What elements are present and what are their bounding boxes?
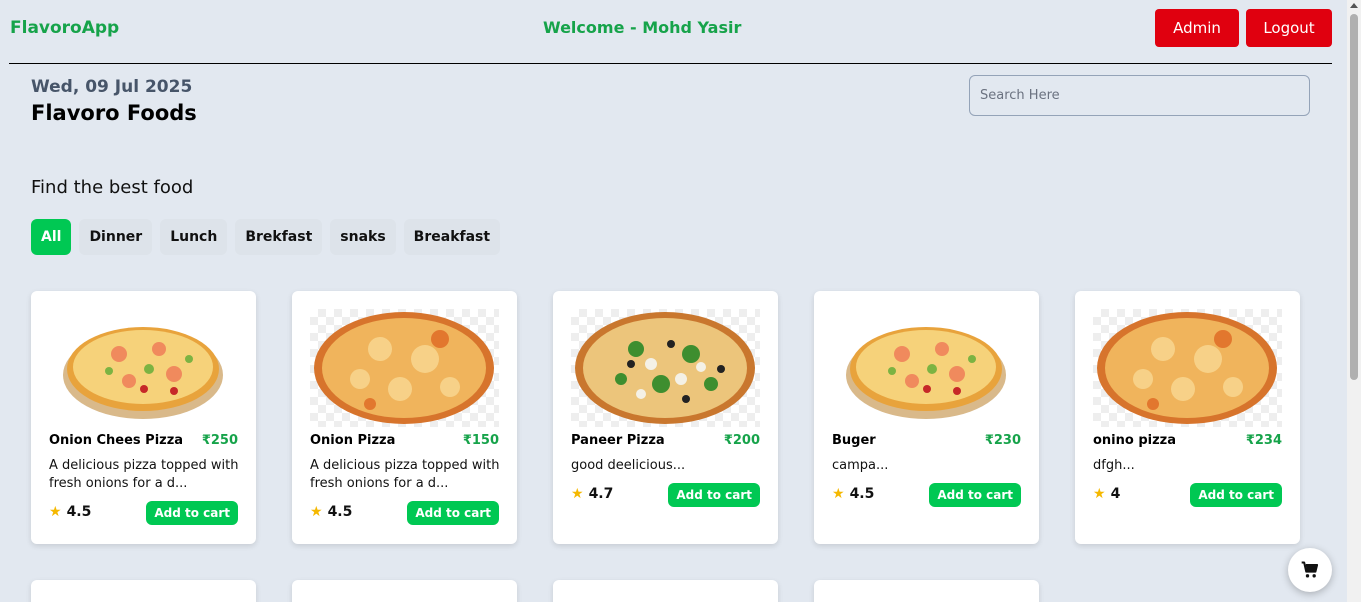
- food-name: Buger: [832, 433, 876, 448]
- food-rating: ★ 4.5: [49, 504, 91, 520]
- desc-line: A delicious pizza topped with: [310, 458, 500, 473]
- store-name: Flavoro Foods: [31, 101, 197, 125]
- rating-value: 4.5: [849, 486, 875, 502]
- food-rating: ★ 4.7: [571, 486, 613, 502]
- desc-line: fresh onions for a d...: [310, 476, 449, 491]
- section-title: Find the best food: [31, 177, 194, 198]
- food-card: Onion Pizza ₹150 A delicious pizza toppe…: [292, 291, 517, 544]
- scroll-thumb[interactable]: [1350, 14, 1358, 380]
- category-brekfast[interactable]: Brekfast: [235, 219, 323, 255]
- page-scrollbar[interactable]: [1347, 0, 1361, 602]
- food-rating: ★ 4.5: [310, 504, 352, 520]
- category-lunch[interactable]: Lunch: [160, 219, 228, 255]
- rating-value: 4.7: [588, 486, 614, 502]
- food-image: [49, 309, 238, 427]
- scroll-up-arrow-icon[interactable]: [1350, 3, 1358, 8]
- food-price: ₹150: [462, 433, 499, 448]
- food-price: ₹200: [723, 433, 760, 448]
- food-description: good deelicious...: [571, 457, 761, 475]
- app-logo[interactable]: FlavoroApp: [10, 18, 119, 38]
- admin-button[interactable]: Admin: [1155, 9, 1239, 47]
- category-breakfast[interactable]: Breakfast: [403, 219, 501, 255]
- food-card: onino pizza ₹234 dfgh... ★ 4 Add to cart: [1075, 291, 1300, 544]
- food-card: [31, 580, 256, 602]
- food-description: dfgh...: [1093, 457, 1283, 475]
- top-header: FlavoroApp Welcome - Mohd Yasir Admin Lo…: [9, 0, 1332, 64]
- welcome-text: Welcome - Mohd Yasir: [543, 18, 742, 37]
- food-name: Paneer Pizza: [571, 433, 665, 448]
- desc-line: dfgh...: [1093, 458, 1135, 473]
- star-icon: ★: [310, 504, 323, 520]
- add-to-cart-button[interactable]: Add to cart: [407, 501, 499, 525]
- add-to-cart-button[interactable]: Add to cart: [929, 483, 1021, 507]
- food-card: [292, 580, 517, 602]
- category-filter-bar: All Dinner Lunch Brekfast snaks Breakfas…: [31, 219, 501, 255]
- star-icon: ★: [832, 486, 845, 502]
- food-rating: ★ 4.5: [832, 486, 874, 502]
- food-card: Onion Chees Pizza ₹250 A delicious pizza…: [31, 291, 256, 544]
- food-price: ₹250: [201, 433, 238, 448]
- cart-icon: [1301, 561, 1319, 578]
- food-card: Paneer Pizza ₹200 good deelicious... ★ 4…: [553, 291, 778, 544]
- food-price: ₹234: [1245, 433, 1282, 448]
- desc-line: fresh onions for a d...: [49, 476, 188, 491]
- food-card: [553, 580, 778, 602]
- rating-value: 4.5: [66, 504, 92, 520]
- food-image: [832, 309, 1021, 427]
- food-description: A delicious pizza topped with fresh onio…: [310, 457, 500, 493]
- add-to-cart-button[interactable]: Add to cart: [668, 483, 760, 507]
- category-snaks[interactable]: snaks: [330, 219, 396, 255]
- food-description: campa...: [832, 457, 1022, 475]
- current-date: Wed, 09 Jul 2025: [31, 77, 193, 97]
- food-rating: ★ 4: [1093, 486, 1120, 502]
- food-price: ₹230: [984, 433, 1021, 448]
- add-to-cart-button[interactable]: Add to cart: [146, 501, 238, 525]
- food-name: Onion Chees Pizza: [49, 433, 184, 448]
- cart-button[interactable]: [1288, 548, 1332, 592]
- desc-line: A delicious pizza topped with: [49, 458, 239, 473]
- food-description: A delicious pizza topped with fresh onio…: [49, 457, 239, 493]
- food-name: onino pizza: [1093, 433, 1177, 448]
- search-input[interactable]: [969, 75, 1310, 116]
- category-dinner[interactable]: Dinner: [79, 219, 153, 255]
- star-icon: ★: [1093, 486, 1106, 502]
- food-card: Buger ₹230 campa... ★ 4.5 Add to cart: [814, 291, 1039, 544]
- logout-button[interactable]: Logout: [1246, 9, 1332, 47]
- category-all[interactable]: All: [31, 219, 72, 255]
- food-image: [571, 309, 760, 427]
- star-icon: ★: [49, 504, 62, 520]
- food-card: [814, 580, 1039, 602]
- food-name: Onion Pizza: [310, 433, 396, 448]
- rating-value: 4: [1110, 486, 1121, 502]
- star-icon: ★: [571, 486, 584, 502]
- add-to-cart-button[interactable]: Add to cart: [1190, 483, 1282, 507]
- desc-line: good deelicious...: [571, 458, 686, 473]
- food-image: [1093, 309, 1282, 427]
- rating-value: 4.5: [327, 504, 353, 520]
- food-image: [310, 309, 499, 427]
- desc-line: campa...: [832, 458, 889, 473]
